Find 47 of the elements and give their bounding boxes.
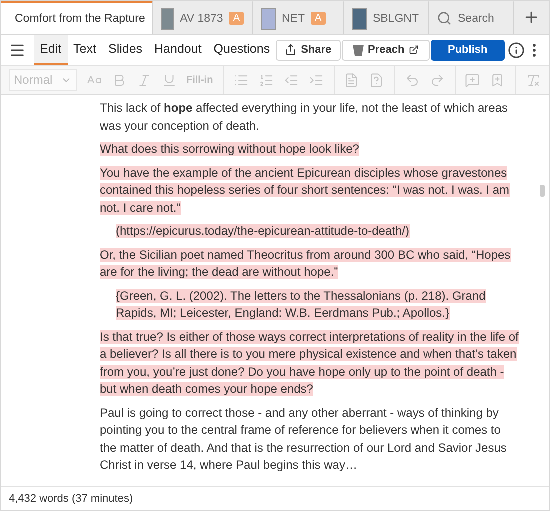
menu-tab[interactable]: Text [68,35,102,65]
badge: A [311,12,326,25]
publish-button[interactable]: Publish [430,40,505,60]
paragraph: What does this sorrowing without hope look like? [100,141,360,158]
tab-label: Search [458,12,494,24]
outdent-icon[interactable] [284,72,299,88]
tab[interactable]: Comfort from the Rapture [1,1,153,34]
plus-icon [523,9,540,26]
info-icon[interactable] [508,42,525,58]
badge: A [229,12,244,25]
redo-icon[interactable] [430,72,445,88]
share-button[interactable]: Share [276,40,341,60]
question-icon[interactable] [369,72,384,88]
scrollbar-thumb[interactable] [540,185,545,197]
underline-icon[interactable] [162,72,177,88]
numbered-list-icon[interactable] [258,72,274,88]
tab-label: SBLGNT [373,12,420,24]
paragraph: Is that true? Is either of those ways correct interpretations of reality in the life of a believer? Is all there is to you mere physical existence and when that’s taken from you, you’re just done? Do you have hope only up to the point of death - but when death comes your hope ends? [100,328,519,398]
book-cover-icon [161,8,174,30]
menu-tab[interactable]: Questions [208,35,276,65]
undo-icon[interactable] [404,72,420,88]
pulpit-icon [352,44,364,56]
paragraph: Paul is going to correct those - and any other aberrant - ways of thinking by pointing you to the central frame of reference for believers when it comes to the matter of death. And that is the resurrection of our Lord and Savior Jesus Christ in verse 14, where Paul begins this way… [100,404,508,474]
paragraph: (https://epicurus.today/the-epicurean-attitude-to-death/) [116,223,410,240]
italic-icon[interactable] [136,72,152,88]
book-cover-icon [261,8,276,30]
tab-label: NET [282,12,305,24]
tab-label: Comfort from the Rapture [15,12,146,24]
external-link-icon [408,45,419,55]
add-comment-icon[interactable] [465,72,480,88]
indent-icon[interactable] [308,72,324,88]
share-icon [285,44,298,56]
menu-tab[interactable]: Slides [102,35,149,65]
menu-tab[interactable]: Handout [148,35,208,65]
clear-format-icon[interactable] [526,72,541,88]
document-icon[interactable] [344,72,360,88]
paragraph: Or, the Sicilian poet named Theocritus from around 300 BC who said, “Hopes are for the living; the dead are without hope.” [100,246,512,281]
add-bookmark-icon[interactable] [490,72,506,88]
book-cover-icon [352,8,367,30]
tab-label: AV 1873 [180,12,224,24]
search-icon [437,11,452,26]
paragraph: {Green, G. L. (2002). The letters to the Thessalonians (p. 218). Grand Rapids, MI; Leicester, England: W.B. Eerdmans Pub.; Apollos.} [116,288,487,322]
paragraph: This lack of hope affected everything in your life, not the least of which areas was your conception of death. [100,100,509,134]
preach-button[interactable]: Preach [342,40,430,60]
paragraph: You have the example of the ancient Epicurean disciples whose gravestones contained this hopeless series of four short sentences: “I was not. I was. I am not. I care not.” [100,164,511,216]
menu-tab[interactable]: Edit [34,35,68,65]
word-count: 4,432 words (37 minutes) [1,486,549,510]
